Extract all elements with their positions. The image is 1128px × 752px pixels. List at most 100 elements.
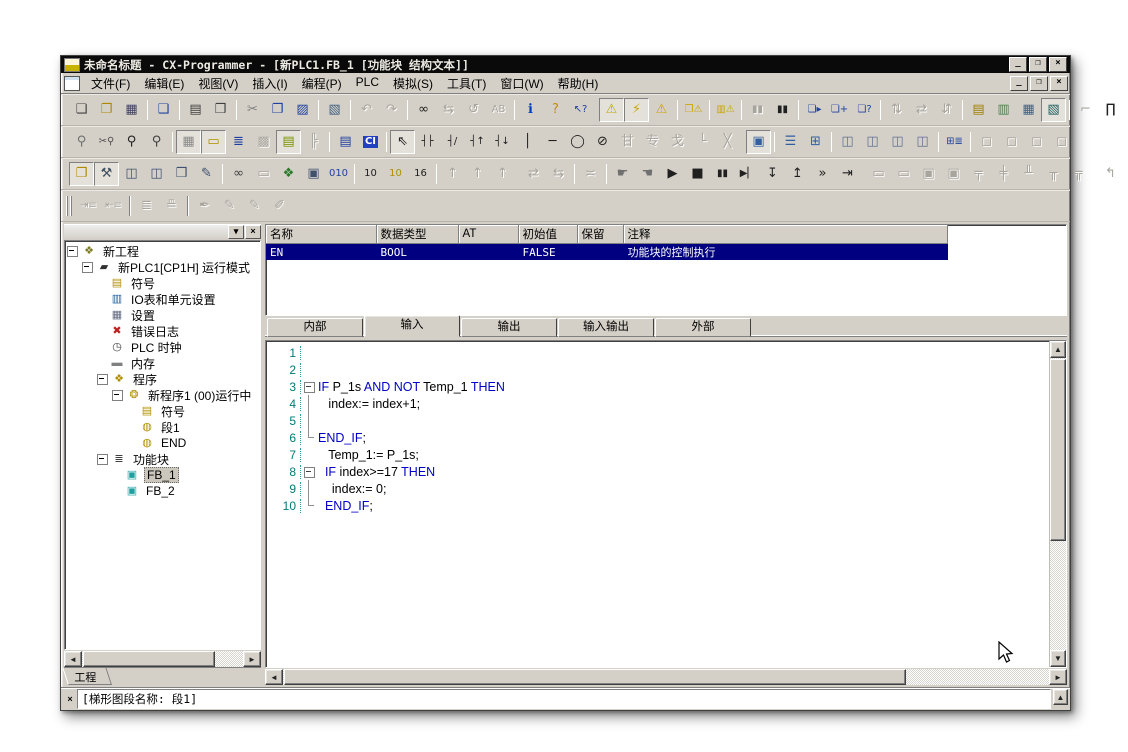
var-cell-1[interactable]: EN xyxy=(266,244,376,261)
differential-monitor-icon[interactable]: ⊞ xyxy=(803,130,828,154)
indent-icon[interactable]: ⇥≡ xyxy=(76,194,101,218)
program-mode-icon[interactable]: ▤ xyxy=(966,98,991,122)
pen-black-icon[interactable]: ✒ xyxy=(192,194,217,218)
online-edit-go-icon[interactable]: ▣ xyxy=(941,162,966,186)
zoom-region-icon[interactable]: ✂⚲ xyxy=(94,130,119,154)
scroll-left-icon[interactable]: ◄ xyxy=(64,651,82,667)
usage-icon[interactable]: ▭ xyxy=(251,162,276,186)
column-header-2[interactable]: 数据类型 xyxy=(376,225,458,244)
undo-icon[interactable]: ↶ xyxy=(354,98,379,122)
step-out-icon[interactable]: ↥ xyxy=(785,162,810,186)
code-line-1[interactable]: 1 xyxy=(266,344,1049,361)
scroll-left-icon[interactable]: ◄ xyxy=(265,669,283,685)
fb-tab-5[interactable]: 外部 xyxy=(655,318,751,337)
toolbox-icon[interactable]: ⚒ xyxy=(94,162,119,186)
menu-item-9[interactable]: 窗口(W) xyxy=(493,73,550,94)
code-line-5[interactable]: 5 xyxy=(266,412,1049,429)
run-mode-icon[interactable]: ▧ xyxy=(1041,98,1066,122)
rung-below-icon[interactable]: ╦ xyxy=(1066,162,1091,186)
var-cell-4[interactable]: FALSE xyxy=(518,244,577,261)
tree-item-fb_2[interactable]: ▣FB_2 xyxy=(67,483,260,499)
scroll-right-icon[interactable]: ► xyxy=(243,651,261,667)
find-next-icon[interactable]: ↺ xyxy=(461,98,486,122)
monitor-check-icon[interactable]: ▥⚠ xyxy=(713,98,738,122)
align-bottom-icon[interactable]: ≞ xyxy=(159,194,184,218)
time-chart-icon[interactable]: ∏ xyxy=(1098,98,1123,122)
rung-insert-icon[interactable]: ╤ xyxy=(966,162,991,186)
change-all-icon[interactable]: AB xyxy=(486,98,511,122)
fb-tab-3[interactable]: 输出 xyxy=(461,318,557,337)
new-window-icon[interactable]: ❐ xyxy=(69,162,94,186)
column-header-6[interactable]: 注释 xyxy=(623,225,947,244)
monitor-mode-icon[interactable]: ▦ xyxy=(1016,98,1041,122)
return-icon[interactable]: ↰ xyxy=(1098,162,1123,186)
fold-collapse-icon[interactable] xyxy=(301,463,318,480)
set-value-icon[interactable]: ◫ xyxy=(885,130,910,154)
close-button[interactable]: × xyxy=(1049,57,1067,72)
menu-item-1[interactable]: 文件(F) xyxy=(84,73,137,94)
watch-icon[interactable]: ◻ xyxy=(999,130,1024,154)
work-online-icon[interactable]: ⇅ xyxy=(884,98,909,122)
tree-item-[interactable]: ✖错误日志 xyxy=(67,323,260,339)
tree-expander-icon[interactable] xyxy=(112,390,123,401)
mnemonic-view-icon[interactable]: ▤ xyxy=(333,130,358,154)
pen-erase-icon[interactable]: ✐ xyxy=(267,194,292,218)
rung-split-icon[interactable]: ╪ xyxy=(991,162,1016,186)
memory-window-icon[interactable]: ◫ xyxy=(910,130,935,154)
code-line-8[interactable]: 8 IF index>=17 THEN xyxy=(266,463,1049,480)
scroll-up-icon[interactable]: ▲ xyxy=(1053,689,1068,705)
code-line-6[interactable]: 6END_IF; xyxy=(266,429,1049,446)
replace-icon[interactable]: ⇆ xyxy=(436,98,461,122)
tree-item-[interactable]: ▤符号 xyxy=(67,275,260,291)
st-code-area[interactable]: 123IF P_1s AND NOT Temp_1 THEN4 index:= … xyxy=(265,340,1067,668)
child-close-button[interactable]: × xyxy=(1050,76,1068,91)
program-add-icon[interactable]: ❏+ xyxy=(827,98,852,122)
pause-icon[interactable]: ▮▮ xyxy=(770,98,795,122)
zoom-in-icon[interactable]: ⚲ xyxy=(119,130,144,154)
mdi-child-icon[interactable] xyxy=(64,76,80,91)
dialog-window-icon[interactable]: ❒ xyxy=(169,162,194,186)
contact-up-icon[interactable]: ┤↑ xyxy=(465,130,490,154)
child-minimize-button[interactable]: _ xyxy=(1010,76,1028,91)
signed-decimal-icon[interactable]: 10 xyxy=(383,162,408,186)
menu-item-3[interactable]: 视图(V) xyxy=(191,73,245,94)
code-horizontal-scrollbar[interactable]: ◄ ► xyxy=(265,669,1067,685)
hex-monitor-icon[interactable]: 16 xyxy=(408,162,433,186)
coil-icon[interactable]: ◯ xyxy=(565,130,590,154)
var-table-row[interactable]: ENBOOL FALSE 功能块的控制执行 xyxy=(266,244,947,261)
new-document-icon[interactable]: ❏ xyxy=(69,98,94,122)
menu-item-8[interactable]: 工具(T) xyxy=(440,73,493,94)
tree-expander-icon[interactable] xyxy=(97,454,108,465)
scan-run-icon[interactable]: ⇥ xyxy=(835,162,860,186)
tree-item-[interactable]: ≣功能块 xyxy=(67,451,260,467)
var-cell-6[interactable]: 功能块的控制执行 xyxy=(623,244,947,261)
code-line-4[interactable]: 4 index:= index+1; xyxy=(266,395,1049,412)
tree-expander-icon[interactable] xyxy=(67,246,78,257)
code-line-10[interactable]: 10 END_IF; xyxy=(266,497,1049,514)
line-connect-icon[interactable]: └ xyxy=(690,130,715,154)
pause-offline-icon[interactable]: ▮▮ xyxy=(745,98,770,122)
contact-down-icon[interactable]: ┤↓ xyxy=(490,130,515,154)
var-cell-2[interactable]: BOOL xyxy=(376,244,458,261)
panel-pin-icon[interactable]: ▾ xyxy=(228,225,244,239)
context-help-icon[interactable]: ↖? xyxy=(568,98,593,122)
program-check-icon[interactable]: ❏▸ xyxy=(802,98,827,122)
transfer-check-icon[interactable]: ❐⚠ xyxy=(681,98,706,122)
fb-invoke-icon[interactable]: 专 xyxy=(640,130,665,154)
sim-stop-icon[interactable]: ■ xyxy=(685,162,710,186)
column-header-1[interactable]: 名称 xyxy=(266,225,376,244)
rung-join-icon[interactable]: ╨ xyxy=(1016,162,1041,186)
contact-no-icon[interactable]: ┤├ xyxy=(415,130,440,154)
print-icon[interactable]: ▤ xyxy=(183,98,208,122)
minimize-button[interactable]: _ xyxy=(1009,57,1027,72)
compile-icon[interactable]: ⚠ xyxy=(599,98,624,122)
tree-item-[interactable]: ▬内存 xyxy=(67,355,260,371)
code-line-9[interactable]: 9 index:= 0; xyxy=(266,480,1049,497)
watch-window-icon[interactable]: ◫ xyxy=(860,130,885,154)
force-set-hand-icon[interactable]: ☛ xyxy=(610,162,635,186)
protect-icon[interactable]: ❖ xyxy=(276,162,301,186)
tree-item-[interactable]: ▤符号 xyxy=(67,403,260,419)
outdent-icon[interactable]: ⇤≡ xyxy=(101,194,126,218)
toolbar-gripper[interactable] xyxy=(66,196,73,216)
inverse-icon[interactable]: 戈 xyxy=(665,130,690,154)
